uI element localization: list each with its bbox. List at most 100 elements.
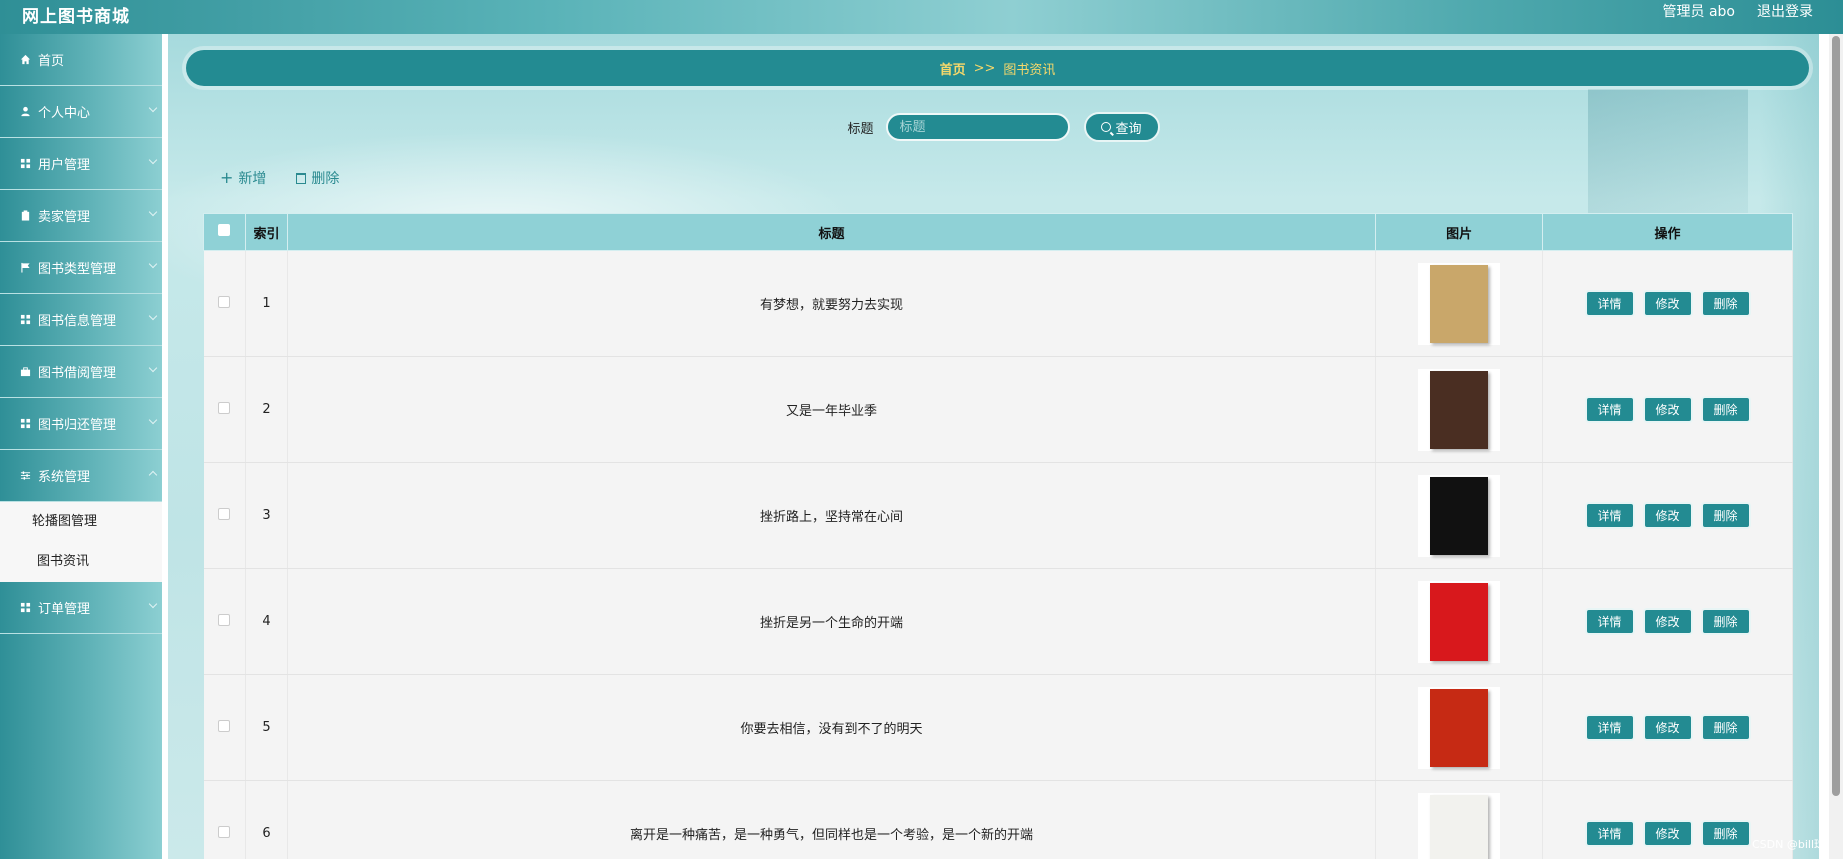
detail-button[interactable]: 详情 bbox=[1584, 396, 1635, 423]
sidebar-item-book-type-management[interactable]: 图书类型管理 bbox=[0, 242, 162, 294]
row-image-cell bbox=[1375, 780, 1544, 859]
edit-button[interactable]: 修改 bbox=[1642, 608, 1693, 635]
header-title: 标题 bbox=[286, 213, 1377, 251]
delete-button[interactable]: 删除 bbox=[1700, 714, 1751, 741]
sidebar-item-book-info-management[interactable]: 图书信息管理 bbox=[0, 294, 162, 346]
delete-button[interactable]: 删除 bbox=[1700, 290, 1751, 317]
book-cover-image bbox=[1418, 368, 1501, 451]
row-index: 6 bbox=[245, 780, 288, 859]
row-image-cell bbox=[1375, 250, 1544, 357]
sidebar-item-personal-center[interactable]: 个人中心 bbox=[0, 86, 162, 138]
submenu-item-carousel[interactable]: 轮播图管理 bbox=[0, 502, 162, 542]
table-row: 5 你要去相信，没有到不了的明天 详情 修改 删除 bbox=[203, 674, 1793, 781]
action-toolbar: + 新增 删除 bbox=[220, 168, 339, 188]
grid-icon bbox=[19, 602, 31, 614]
clipboard-icon bbox=[19, 210, 31, 222]
sidebar-item-label: 图书信息管理 bbox=[38, 314, 117, 329]
chevron-down-icon bbox=[148, 311, 158, 321]
row-title: 又是一年毕业季 bbox=[287, 356, 1377, 463]
sidebar-item-seller-management[interactable]: 卖家管理 bbox=[0, 190, 162, 242]
search-label: 标题 bbox=[847, 121, 874, 137]
plus-icon: + bbox=[220, 168, 234, 187]
edit-button[interactable]: 修改 bbox=[1642, 396, 1693, 423]
row-checkbox[interactable] bbox=[218, 825, 231, 838]
search-button[interactable]: 查询 bbox=[1083, 112, 1160, 142]
search-bar: 标题 查询 bbox=[168, 112, 1819, 142]
detail-button[interactable]: 详情 bbox=[1584, 714, 1635, 741]
book-cover bbox=[1430, 476, 1489, 555]
row-image-cell bbox=[1375, 674, 1544, 781]
search-icon bbox=[1101, 122, 1112, 132]
sidebar-item-borrow-management[interactable]: 图书借阅管理 bbox=[0, 346, 162, 398]
scrollbar[interactable] bbox=[1829, 34, 1843, 859]
edit-button[interactable]: 修改 bbox=[1642, 820, 1693, 847]
row-title: 挫折是另一个生命的开端 bbox=[287, 568, 1377, 675]
home-icon bbox=[19, 54, 31, 66]
book-cover-image bbox=[1418, 580, 1501, 663]
row-select-cell bbox=[203, 462, 246, 569]
edit-button[interactable]: 修改 bbox=[1642, 714, 1693, 741]
grid-icon bbox=[19, 418, 31, 430]
sidebar-item-label: 首页 bbox=[38, 54, 65, 69]
header-image: 图片 bbox=[1375, 213, 1544, 251]
top-bar: 网上图书商城 管理员 abo 退出登录 bbox=[0, 0, 1843, 34]
book-cover-image bbox=[1418, 792, 1501, 859]
detail-button[interactable]: 详情 bbox=[1584, 502, 1635, 529]
sidebar-item-return-management[interactable]: 图书归还管理 bbox=[0, 398, 162, 450]
logout-link[interactable]: 退出登录 bbox=[1757, 1, 1813, 21]
row-checkbox[interactable] bbox=[218, 613, 231, 626]
detail-button[interactable]: 详情 bbox=[1584, 290, 1635, 317]
row-index: 3 bbox=[245, 462, 288, 569]
add-button-label: 新增 bbox=[238, 171, 267, 187]
row-image-cell bbox=[1375, 356, 1544, 463]
sidebar-item-order-management[interactable]: 订单管理 bbox=[0, 582, 162, 634]
chevron-down-icon bbox=[148, 207, 158, 217]
add-button[interactable]: + 新增 bbox=[220, 168, 266, 188]
row-checkbox[interactable] bbox=[218, 507, 231, 520]
row-checkbox[interactable] bbox=[218, 295, 231, 308]
title-search-input[interactable] bbox=[885, 113, 1070, 141]
row-checkbox[interactable] bbox=[218, 401, 231, 414]
batch-delete-button[interactable]: 删除 bbox=[296, 168, 339, 188]
chevron-down-icon bbox=[148, 363, 158, 373]
row-checkbox[interactable] bbox=[218, 719, 231, 732]
submenu-item-book-news[interactable]: 图书资讯 bbox=[0, 542, 162, 582]
breadcrumb-home[interactable]: 首页 bbox=[940, 59, 966, 78]
briefcase-icon bbox=[19, 366, 31, 378]
row-title: 有梦想，就要努力去实现 bbox=[287, 250, 1377, 357]
app-title: 网上图书商城 bbox=[22, 7, 130, 27]
row-actions: 详情 修改 删除 bbox=[1542, 250, 1793, 357]
sidebar-item-label: 卖家管理 bbox=[38, 210, 91, 225]
row-title: 你要去相信，没有到不了的明天 bbox=[287, 674, 1377, 781]
watermark: CSDN @bill球 bbox=[1751, 838, 1825, 851]
delete-button[interactable]: 删除 bbox=[1700, 820, 1751, 847]
sidebar-item-user-management[interactable]: 用户管理 bbox=[0, 138, 162, 190]
row-actions: 详情 修改 删除 bbox=[1542, 674, 1793, 781]
sidebar-item-label: 用户管理 bbox=[38, 158, 91, 173]
sliders-icon bbox=[19, 470, 31, 482]
row-index: 4 bbox=[245, 568, 288, 675]
row-title: 挫折路上，坚持常在心间 bbox=[287, 462, 1377, 569]
sidebar-item-home[interactable]: 首页 bbox=[0, 34, 162, 86]
sidebar-item-label: 图书类型管理 bbox=[38, 262, 117, 277]
edit-button[interactable]: 修改 bbox=[1642, 290, 1693, 317]
breadcrumb-separator: >> bbox=[973, 60, 996, 76]
detail-button[interactable]: 详情 bbox=[1584, 820, 1635, 847]
user-label[interactable]: 管理员 abo bbox=[1663, 1, 1735, 21]
delete-button-label: 删除 bbox=[311, 171, 340, 187]
delete-button[interactable]: 删除 bbox=[1700, 608, 1751, 635]
scrollbar-thumb[interactable] bbox=[1832, 36, 1840, 796]
delete-button[interactable]: 删除 bbox=[1700, 502, 1751, 529]
table-row: 2 又是一年毕业季 详情 修改 删除 bbox=[203, 356, 1793, 463]
sidebar-item-label: 订单管理 bbox=[38, 602, 91, 617]
sidebar-item-label: 图书借阅管理 bbox=[38, 366, 117, 381]
detail-button[interactable]: 详情 bbox=[1584, 608, 1635, 635]
sidebar-item-system-management[interactable]: 系统管理 bbox=[0, 450, 162, 502]
row-select-cell bbox=[203, 780, 246, 859]
sidebar-item-label: 个人中心 bbox=[38, 106, 91, 121]
row-index: 5 bbox=[245, 674, 288, 781]
edit-button[interactable]: 修改 bbox=[1642, 502, 1693, 529]
delete-button[interactable]: 删除 bbox=[1700, 396, 1751, 423]
select-all-checkbox[interactable] bbox=[218, 224, 231, 236]
row-select-cell bbox=[203, 568, 246, 675]
